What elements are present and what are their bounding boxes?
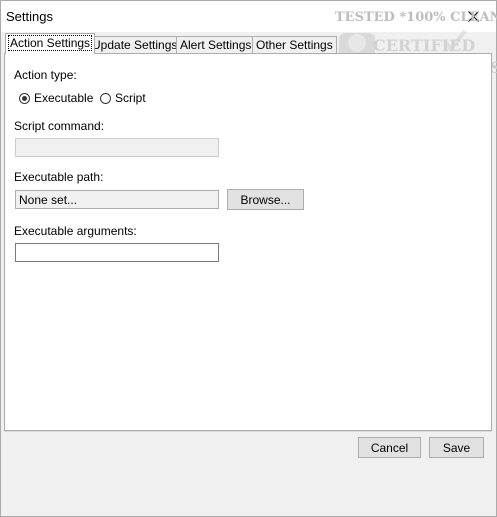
- radio-executable-label: Executable: [34, 91, 94, 105]
- tab-label: Other Settings: [256, 38, 333, 52]
- settings-window: Settings TESTED *100% CLEAN CERTIFIED MA…: [0, 0, 497, 517]
- radio-executable[interactable]: Executable: [19, 91, 93, 105]
- tab-update-settings[interactable]: Update Settings: [88, 36, 182, 53]
- tab-label: Update Settings: [92, 38, 178, 52]
- window-title: Settings: [6, 9, 53, 24]
- executable-arguments-label: Executable arguments:: [14, 224, 137, 238]
- radio-executable-indicator: [19, 92, 30, 104]
- radio-script-label: Script: [115, 91, 146, 105]
- radio-script-indicator: [100, 92, 111, 104]
- tab-action-settings[interactable]: Action Settings: [5, 33, 96, 54]
- tab-panel-action-settings: [4, 53, 492, 431]
- close-button[interactable]: [450, 1, 496, 32]
- radio-script[interactable]: Script: [100, 91, 146, 105]
- tab-other-settings[interactable]: Other Settings: [252, 36, 337, 53]
- tab-alert-settings[interactable]: Alert Settings: [176, 36, 256, 53]
- script-command-label: Script command:: [14, 119, 105, 133]
- title-bar: Settings: [1, 1, 496, 32]
- executable-path-label: Executable path:: [14, 170, 104, 184]
- cancel-button[interactable]: Cancel: [358, 437, 421, 458]
- executable-path-input[interactable]: [15, 190, 219, 209]
- footer-divider: [4, 431, 492, 432]
- close-icon: [467, 11, 479, 22]
- tab-label: Alert Settings: [180, 38, 252, 52]
- script-command-input[interactable]: [15, 138, 219, 157]
- save-button[interactable]: Save: [429, 437, 484, 458]
- action-type-label: Action type:: [14, 68, 77, 82]
- browse-button[interactable]: Browse...: [227, 189, 304, 210]
- executable-arguments-input[interactable]: [15, 243, 219, 262]
- tab-label: Action Settings: [7, 35, 93, 51]
